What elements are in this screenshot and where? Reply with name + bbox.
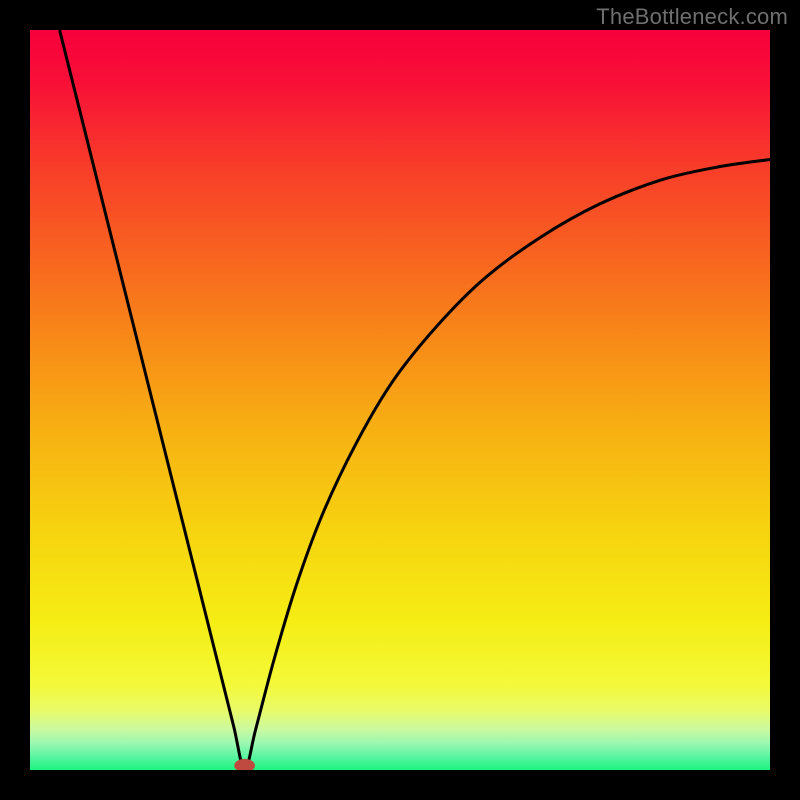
plot-area bbox=[30, 30, 770, 770]
watermark-text: TheBottleneck.com bbox=[596, 4, 788, 30]
chart-frame: TheBottleneck.com bbox=[0, 0, 800, 800]
gradient-background bbox=[30, 30, 770, 770]
bottleneck-chart bbox=[30, 30, 770, 770]
